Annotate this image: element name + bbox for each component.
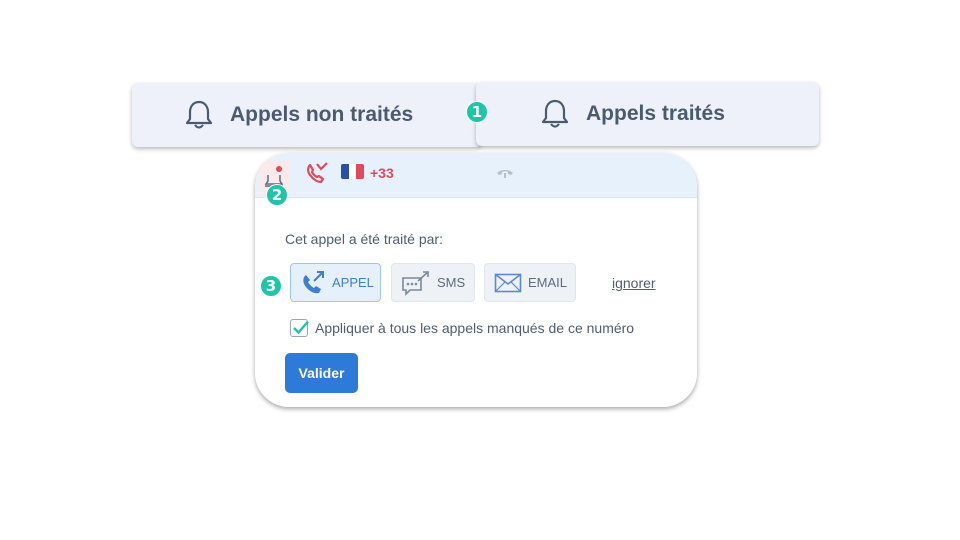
step-badge-2: 2 bbox=[266, 184, 288, 206]
handled-by-prompt: Cet appel a été traité par: bbox=[285, 231, 443, 247]
tab-untreated-calls[interactable]: Appels non traités bbox=[132, 83, 482, 147]
hangup-phone-icon[interactable] bbox=[496, 166, 514, 184]
missed-call-icon bbox=[305, 162, 329, 189]
step-badge-3: 3 bbox=[260, 275, 282, 297]
tab-treated-label: Appels traités bbox=[586, 102, 725, 125]
option-email-button[interactable]: EMAIL bbox=[484, 263, 576, 302]
france-flag-icon bbox=[341, 164, 364, 179]
option-sms-button[interactable]: SMS bbox=[391, 263, 475, 302]
ignore-link[interactable]: ignorer bbox=[612, 275, 656, 291]
call-row-header: +33 bbox=[255, 153, 697, 198]
call-handling-card: +33 Cet appel a été traité par: APPEL SM… bbox=[255, 153, 697, 407]
chat-outgoing-icon bbox=[401, 270, 431, 296]
bell-icon bbox=[184, 99, 214, 131]
submit-button[interactable]: Valider bbox=[285, 353, 358, 393]
option-email-label: EMAIL bbox=[528, 275, 568, 290]
option-call-label: APPEL bbox=[332, 275, 374, 290]
option-sms-label: SMS bbox=[437, 275, 466, 290]
envelope-icon bbox=[494, 272, 522, 294]
step-badge-1: 1 bbox=[466, 101, 488, 123]
bell-icon bbox=[540, 98, 570, 130]
phone-prefix: +33 bbox=[370, 165, 394, 181]
tab-untreated-label: Appels non traités bbox=[230, 103, 414, 126]
checkmark-icon bbox=[293, 320, 309, 335]
apply-all-label[interactable]: Appliquer à tous les appels manqués de c… bbox=[315, 320, 634, 336]
apply-all-checkbox[interactable] bbox=[290, 319, 309, 337]
phone-outgoing-icon bbox=[300, 270, 326, 295]
option-call-button[interactable]: APPEL bbox=[290, 263, 381, 302]
tab-treated-calls[interactable]: Appels traités bbox=[476, 82, 819, 146]
